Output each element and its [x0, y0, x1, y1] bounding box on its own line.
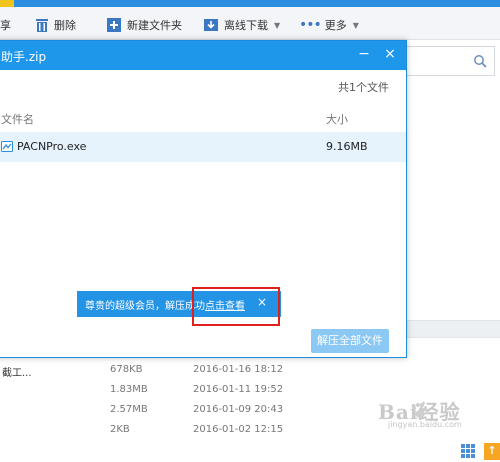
toolbar-new-folder-button[interactable]: 新建文件夹 — [106, 16, 182, 34]
toolbar-share-label: 享 — [0, 19, 11, 32]
file-size: 9.16MB — [326, 140, 368, 153]
file-name: PACNPro.exe — [17, 140, 87, 153]
toolbar-offline-download-label: 离线下载 — [224, 19, 268, 32]
chevron-down-icon: ▼ — [352, 20, 359, 30]
exe-file-icon — [1, 141, 13, 152]
background-file-area — [405, 82, 500, 322]
toolbar-new-folder-label: 新建文件夹 — [127, 19, 182, 32]
toolbar-delete-label: 删除 — [54, 19, 76, 32]
file-name: 截工... — [2, 368, 32, 379]
file-size: 2KB — [110, 424, 130, 435]
table-header: 文件名 大小 — [0, 108, 406, 128]
file-date: 2016-01-02 12:15 — [193, 424, 284, 435]
toolbar: 享 删除 新建文件夹 离线下载 ▼ ••• 更多 ▼ — [0, 7, 500, 40]
dialog-title-bar[interactable]: 助手.zip − × — [0, 41, 406, 70]
toolbar-offline-download-button[interactable]: 离线下载 ▼ — [203, 16, 280, 34]
list-item[interactable]: 截工... 678KB 2016-01-16 18:12 — [0, 360, 500, 380]
file-date: 2016-01-16 18:12 — [193, 364, 284, 375]
upload-arrow-icon[interactable]: ↑ — [484, 443, 500, 460]
file-size: 678KB — [110, 364, 143, 375]
dialog-title: 助手.zip — [1, 50, 47, 64]
grid-view-icon[interactable] — [461, 444, 475, 458]
close-button[interactable]: × — [378, 41, 402, 70]
table-row[interactable]: PACNPro.exe 9.16MB — [0, 132, 406, 162]
search-input[interactable] — [405, 46, 495, 76]
app-logo-fragment — [0, 0, 14, 7]
toolbar-more-label: 更多 — [324, 19, 347, 32]
extract-all-button[interactable]: 解压全部文件 — [311, 329, 389, 353]
minimize-button[interactable]: − — [352, 41, 376, 70]
new-folder-icon — [107, 18, 121, 32]
search-icon[interactable] — [473, 54, 487, 68]
file-date: 2016-01-11 19:52 — [193, 384, 284, 395]
toast-message-text: 尊贵的超级会员，解压成功 — [85, 301, 205, 312]
file-date: 2016-01-09 20:43 — [193, 404, 284, 415]
top-strip — [0, 0, 500, 7]
red-highlight-box — [192, 287, 280, 326]
more-dots-icon: ••• — [299, 17, 322, 33]
watermark-sub-text: jingyan.baidu.com — [388, 420, 462, 429]
toolbar-delete-button[interactable]: 删除 — [35, 16, 76, 34]
toolbar-share-button[interactable]: 享 — [0, 16, 11, 34]
trash-icon — [36, 19, 48, 32]
file-size: 1.83MB — [110, 384, 148, 395]
file-count: 共1个文件 — [338, 81, 389, 94]
column-header-size[interactable]: 大小 — [326, 111, 348, 127]
toolbar-more-button[interactable]: ••• 更多 ▼ — [299, 16, 359, 34]
chevron-down-icon: ▼ — [274, 20, 281, 30]
download-icon — [204, 19, 218, 31]
column-header-name[interactable]: 文件名 — [1, 111, 34, 127]
baidu-paw-icon — [412, 403, 427, 418]
file-size: 2.57MB — [110, 404, 148, 415]
